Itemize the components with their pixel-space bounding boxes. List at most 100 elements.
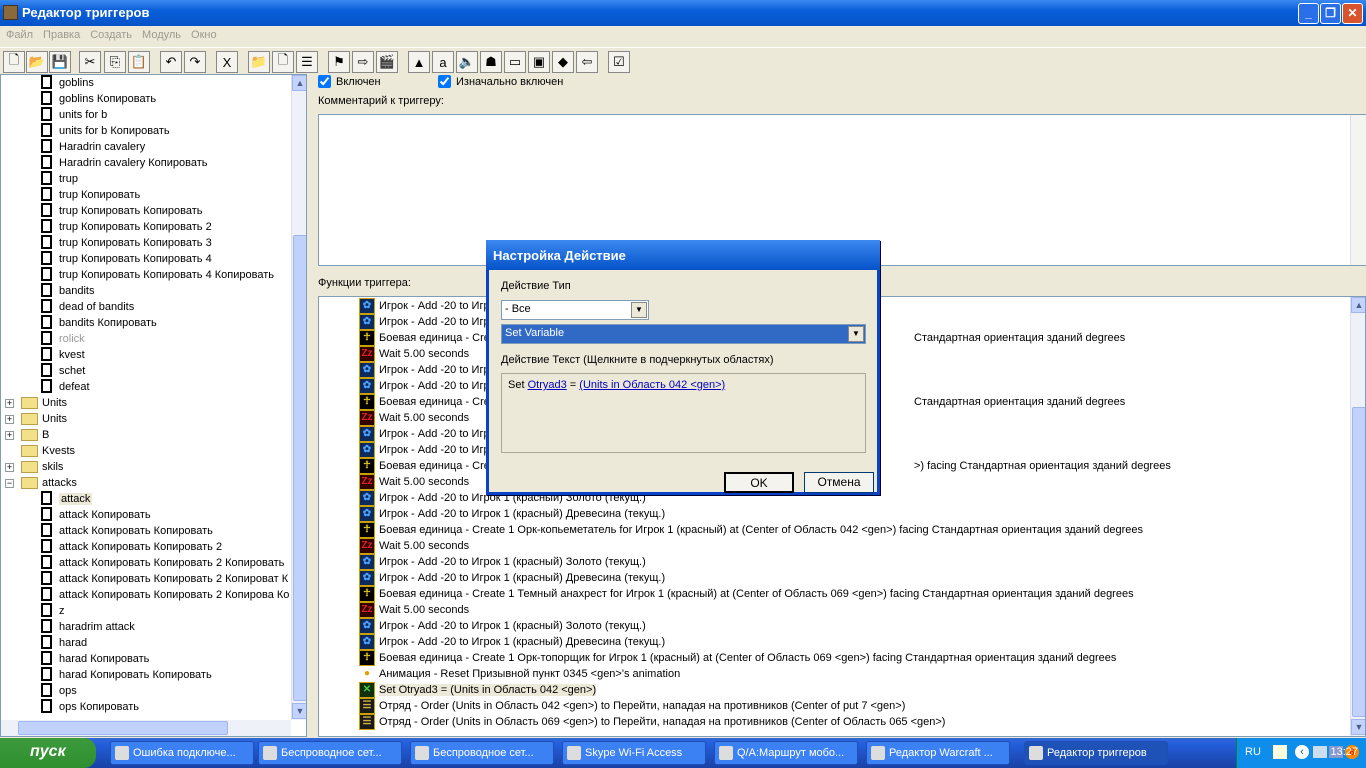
taskbar-button[interactable]: Беспроводное сет... [258, 741, 402, 765]
action-row[interactable]: ☥ Боевая единица - Cre Стандартная ориента… [359, 394, 1125, 410]
tree-trigger-item[interactable]: trup Копировать Копировать 2 [41, 219, 212, 235]
action-row[interactable]: Zz Wait 5.00 seconds [359, 474, 469, 490]
action-row[interactable]: Zz Wait 5.00 seconds [359, 410, 469, 426]
cut-button[interactable]: ✂ [79, 51, 101, 73]
action-row[interactable]: ✿ Игрок - Add -20 to Игрок 1 (красный) Др… [359, 506, 665, 522]
tree-trigger-item[interactable]: trup Копировать Копировать 3 [41, 235, 212, 251]
action-row[interactable]: ☥ Боевая единица - Create 1 Темный анахре… [359, 586, 1134, 602]
tree-trigger-item[interactable]: Haradrin cavalery Копировать [41, 155, 207, 171]
taskbar-button[interactable]: Ошибка подключе... [110, 741, 254, 765]
action-row[interactable]: ✿ Игрок - Add -20 to Игрок 1 (красный) Др… [359, 570, 665, 586]
tree-trigger-item[interactable]: goblins [41, 75, 94, 91]
import-button[interactable]: ◆ [552, 51, 574, 73]
taskbar-button[interactable]: Беспроводное сет... [410, 741, 554, 765]
chevron-down-icon[interactable]: ▼ [631, 302, 647, 318]
tree-trigger-item[interactable]: trup [41, 171, 78, 187]
tree-trigger-item[interactable]: harad [41, 635, 87, 651]
trigger-button[interactable]: 🗋 [272, 51, 294, 73]
expand-icon[interactable]: + [5, 415, 14, 424]
scroll-down-button[interactable]: ▼ [1351, 719, 1365, 735]
tree-trigger-item[interactable]: attack Копировать Копировать 2 [41, 539, 222, 555]
scroll-down-button[interactable]: ▼ [292, 703, 306, 719]
variable-button[interactable]: ⇦ [576, 51, 598, 73]
tree-trigger-item[interactable]: attack Копировать [41, 507, 151, 523]
tree-folder-item[interactable]: + Units [1, 395, 67, 411]
enabled-checkbox[interactable]: Включен [318, 75, 381, 88]
object-button[interactable]: ☗ [480, 51, 502, 73]
start-button[interactable]: пуск [0, 738, 96, 768]
expand-icon[interactable]: + [5, 463, 14, 472]
tree-trigger-item[interactable]: harad Копировать Копировать [41, 667, 212, 683]
save-button[interactable]: 💾 [49, 51, 71, 73]
tree-trigger-item[interactable]: rolick [41, 331, 85, 347]
x-button[interactable]: X [216, 51, 238, 73]
category-select[interactable]: - Все ▼ [501, 300, 649, 320]
tree-trigger-item[interactable]: defeat [41, 379, 90, 395]
action-row[interactable]: ☰ Отряд - Order (Units in Область 042 <ge… [359, 698, 905, 714]
ok-button[interactable]: OK [724, 472, 794, 493]
action-row[interactable]: ✿ Игрок - Add -20 to Игр [359, 298, 490, 314]
value-link[interactable]: (Units in Область 042 <gen>) [579, 379, 725, 391]
tree-folder-item[interactable]: Kvests [1, 443, 75, 459]
tree-trigger-item[interactable]: kvest [41, 347, 85, 363]
tree-trigger-item[interactable]: schet [41, 363, 85, 379]
action-row[interactable]: ✿ Игрок - Add -20 to Игр [359, 442, 490, 458]
tree-trigger-item[interactable]: ops [41, 683, 77, 699]
language-indicator[interactable]: RU [1245, 746, 1261, 758]
tree-trigger-item[interactable]: attack Копировать Копировать 2 Копирова … [41, 587, 289, 603]
tree-trigger-item[interactable]: dead of bandits [41, 299, 134, 315]
open-button[interactable]: 📂 [26, 51, 48, 73]
condition-button[interactable]: 🎬 [376, 51, 398, 73]
scroll-up-button[interactable]: ▲ [292, 75, 306, 91]
redo-button[interactable]: ↷ [184, 51, 206, 73]
taskbar-button[interactable]: Редактор Warcraft ... [866, 741, 1010, 765]
tree-trigger-item[interactable]: haradrim attack [41, 619, 135, 635]
scroll-thumb[interactable] [293, 235, 306, 701]
tree-trigger-item[interactable]: harad Копировать [41, 651, 149, 667]
action-row[interactable]: ☥ Боевая единица - Create 1 Орк-топорщик … [359, 650, 1116, 666]
network-icon[interactable] [1313, 746, 1327, 758]
action-row[interactable]: Zz Wait 5.00 seconds [359, 346, 469, 362]
tree-trigger-item[interactable]: attack Копировать Копировать 2 Копироват… [41, 571, 288, 587]
tree-trigger-item[interactable]: Haradrin cavalery [41, 139, 145, 155]
action-row[interactable]: ● Анимация - Reset Призывной пункт 0345 <… [359, 666, 680, 682]
paste-button[interactable]: 📋 [128, 51, 150, 73]
comment-button[interactable]: ☰ [296, 51, 318, 73]
tree-trigger-item[interactable]: units for b Копировать [41, 123, 170, 139]
new-button[interactable]: 🗋 [3, 51, 25, 73]
action-row[interactable]: Zz Wait 5.00 seconds [359, 602, 469, 618]
tree-trigger-item[interactable]: goblins Копировать [41, 91, 156, 107]
action-row[interactable]: ✕ Set Otryad3 = (Units in Область 042 <ge… [359, 682, 597, 698]
tree-trigger-item[interactable]: attack Копировать Копировать 2 Копироват… [41, 555, 284, 571]
variable-link[interactable]: Otryad3 [528, 379, 567, 391]
action-row[interactable]: ✿ Игрок - Add -20 to Игр [359, 378, 490, 394]
scroll-up-button[interactable]: ▲ [1351, 297, 1365, 313]
tree-trigger-item[interactable]: attack Копировать Копировать [41, 523, 213, 539]
taskbar-button[interactable]: Q/A:Маршрут мобо... [714, 741, 858, 765]
action-button[interactable]: ⇨ [352, 51, 374, 73]
tree-horizontal-scrollbar[interactable] [1, 720, 291, 736]
collapse-tray-icon[interactable]: ‹ [1295, 745, 1309, 759]
maximize-button[interactable]: ❐ [1320, 3, 1341, 24]
menu-1[interactable]: Правка [43, 29, 80, 41]
initially-enabled-checkbox[interactable]: Изначально включен [438, 75, 563, 88]
undo-button[interactable]: ↶ [160, 51, 182, 73]
tree-trigger-item[interactable]: trup Копировать [41, 187, 140, 203]
test-button[interactable]: ☑ [608, 51, 630, 73]
tree-trigger-item[interactable]: trup Копировать Копировать 4 [41, 251, 212, 267]
taskbar-button[interactable]: Skype Wi-Fi Access [562, 741, 706, 765]
tree-trigger-item[interactable]: bandits Копировать [41, 315, 157, 331]
tree-trigger-item[interactable]: attack [41, 491, 93, 507]
text-button[interactable]: a [432, 51, 454, 73]
action-row[interactable]: ✿ Игрок - Add -20 to Игр [359, 314, 490, 330]
initially-enabled-check[interactable] [438, 75, 451, 88]
cancel-button[interactable]: Отмена [804, 472, 874, 493]
event-button[interactable]: ⚑ [328, 51, 350, 73]
expand-icon[interactable]: + [5, 399, 14, 408]
menu-3[interactable]: Модуль [142, 29, 181, 41]
copy-button[interactable]: ⎘ [104, 51, 126, 73]
comment-scrollbar[interactable] [1350, 115, 1366, 265]
tree-folder-item[interactable]: + Units [1, 411, 67, 427]
taskbar-button[interactable]: Редактор триггеров [1024, 741, 1168, 765]
chevron-down-icon[interactable]: ▼ [848, 326, 864, 342]
